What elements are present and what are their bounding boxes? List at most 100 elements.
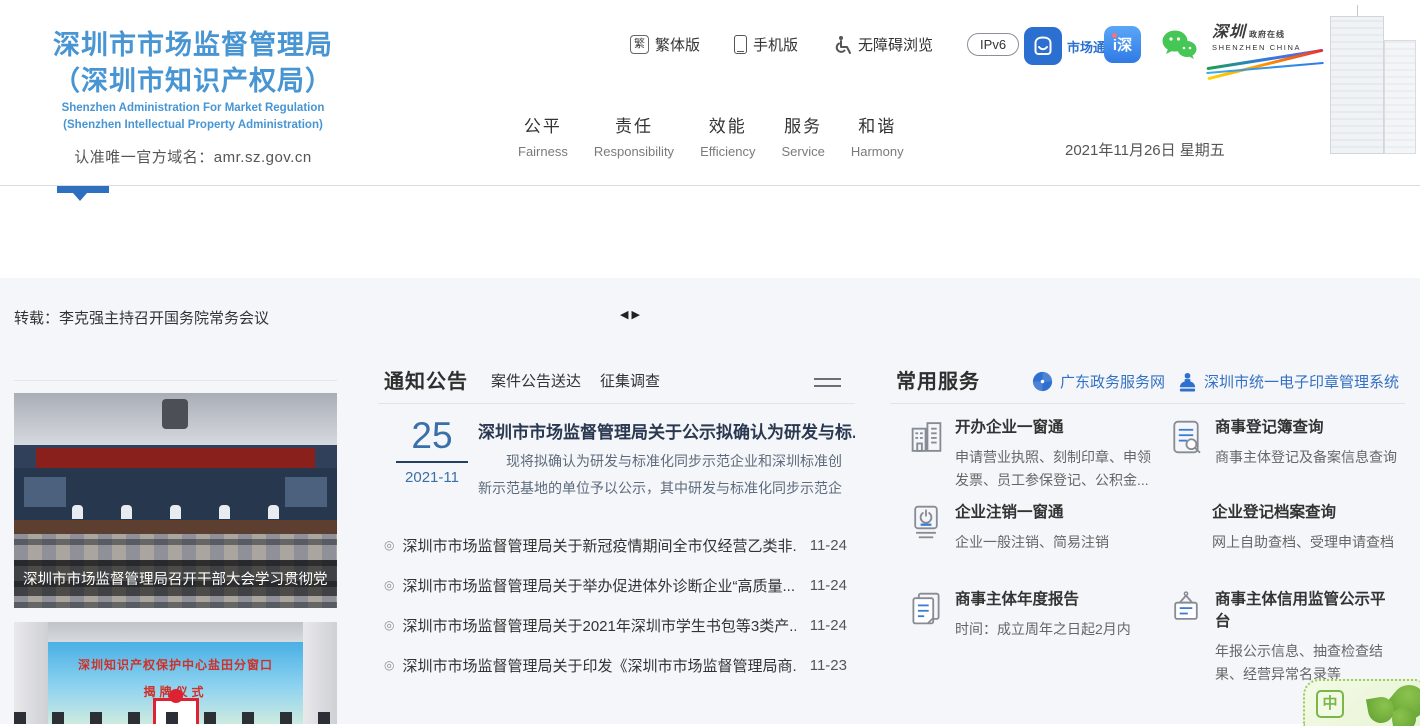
notices-more-icon[interactable] [814, 373, 841, 392]
notice-date: 11-24 [810, 577, 847, 594]
services-title: 常用服务 [896, 365, 980, 394]
carousel-top-divider [14, 380, 337, 381]
photo-projector [162, 399, 188, 429]
ipv6-badge[interactable]: IPv6 [967, 33, 1019, 56]
service-desc: 时间：成立周年之日起2月内 [955, 618, 1156, 641]
notice-date: 11-24 [810, 537, 847, 554]
wheelchair-icon [832, 35, 852, 55]
service-title: 开办企业一窗通 [955, 415, 1156, 437]
service-deregistration[interactable]: 企业注销一窗通 企业一般注销、简易注销 [908, 500, 1156, 554]
traditional-chinese-icon: 繁 [630, 35, 649, 54]
carousel-caption: 深圳市市场监督管理局召开干部大会学习贯彻党的十... [14, 560, 337, 596]
photo2-ceiling [14, 622, 337, 644]
market-app-link[interactable]: 市场通 [1024, 27, 1106, 65]
market-app-icon [1024, 27, 1062, 65]
document-search-icon [1168, 417, 1204, 462]
e-seal-system-link[interactable]: 深圳市统一电子印章管理系统 [1178, 371, 1399, 392]
service-desc: 企业一般注销、简易注销 [955, 531, 1156, 554]
bullet-icon: ◎ [384, 538, 394, 552]
service-archive-search[interactable]: 企业登记档案查询 网上自助查档、受理申请查档 [1168, 500, 1398, 554]
photo-speakers [14, 505, 337, 521]
main-navigation: 首页 政务公开 政务服务 政民互动 专题服务 政务机器人 [0, 185, 1420, 278]
notices-title: 通知公告 [384, 365, 468, 394]
e-seal-system-label: 深圳市统一电子印章管理系统 [1204, 371, 1399, 392]
notice-row-2[interactable]: ◎ 深圳市市场监督管理局关于举办促进体外诊断企业“高质量... 11-24 [378, 565, 855, 605]
traditional-chinese-label: 繁体版 [655, 34, 700, 55]
tab-surveys[interactable]: 征集调查 [600, 370, 660, 391]
bullet-icon: ◎ [384, 658, 394, 672]
service-registry-search[interactable]: 商事登记簿查询 商事主体登记及备案信息查询 [1168, 415, 1398, 469]
building-icon [908, 417, 945, 462]
logo-title-line2: （深圳市知识产权局） [26, 64, 360, 100]
pinwheel-icon [1032, 371, 1053, 392]
carousel-slide-2[interactable]: 深圳知识产权保护中心盐田分窗口 揭牌仪式 [14, 622, 337, 724]
service-credit-platform[interactable]: 商事主体信用监管公示平台 年报公示信息、抽查检查结果、经营异常名录等 [1168, 587, 1398, 686]
featured-month: 2021-11 [396, 469, 468, 486]
ticker-next-arrow[interactable]: ▶ [631, 309, 642, 321]
featured-notice[interactable]: 25 2021-11 深圳市市场监督管理局关于公示拟确认为研发与标... 现将拟… [378, 416, 855, 511]
featured-summary: 现将拟确认为研发与标准化同步示范企业和深圳标准创新示范基地的单位予以公示，其中研… [478, 448, 855, 504]
photo2-banner-line1: 深圳知识产权保护中心盐田分窗口 [48, 656, 303, 673]
value-service: 服务Service [781, 112, 824, 159]
bullet-icon: ◎ [384, 578, 394, 592]
service-title: 商事主体信用监管公示平台 [1215, 587, 1398, 631]
seal-icon [1178, 372, 1197, 392]
notice-row-3[interactable]: ◎ 深圳市市场监督管理局关于2021年深圳市学生书包等3类产... 11-24 [378, 605, 855, 645]
notice-title: 深圳市市场监督管理局关于印发《深圳市市场监督管理局商... [402, 655, 795, 676]
featured-date-divider [396, 461, 468, 463]
news-ticker[interactable]: 转载：李克强主持召开国务院常务会议 [14, 307, 269, 328]
signboard-icon [1168, 589, 1204, 634]
logo-english-line2: (Shenzhen Intellectual Property Administ… [26, 118, 360, 132]
photo-screen-left [24, 477, 66, 507]
power-icon [908, 502, 944, 547]
accessibility-link[interactable]: 无障碍浏览 [832, 34, 933, 55]
service-desc: 网上自助查档、受理申请查档 [1212, 531, 1398, 554]
ticker-arrows: ◀▶ [620, 308, 643, 321]
services-external-links: 广东政务服务网 深圳市统一电子印章管理系统 [1032, 371, 1399, 392]
site-logo[interactable]: 深圳市市场监督管理局 （深圳市知识产权局） Shenzhen Administr… [26, 28, 360, 167]
service-title: 商事主体年度报告 [955, 587, 1156, 609]
service-annual-report[interactable]: 商事主体年度报告 时间：成立周年之日起2月内 [908, 587, 1156, 641]
notice-title: 深圳市市场监督管理局关于新冠疫情期间全市仅经营乙类非... [402, 535, 795, 556]
value-harmony: 和谐Harmony [851, 112, 904, 159]
core-values: 公平Fairness 责任Responsibility 效能Efficiency… [518, 112, 904, 159]
i-shenzhen-app-icon[interactable]: i深 [1104, 26, 1141, 63]
featured-day: 25 [396, 416, 468, 457]
i-shenzhen-dot [1112, 33, 1117, 38]
featured-date-block: 25 2021-11 [396, 416, 468, 486]
service-open-business[interactable]: 开办企业一窗通 申请营业执照、刻制印章、申领发票、员工参保登记、公积金... [908, 415, 1156, 492]
photo2-pillar-left [14, 622, 48, 724]
mobile-version-link[interactable]: 手机版 [734, 34, 798, 55]
carousel-slide-1[interactable]: 深圳市市场监督管理局召开干部大会学习贯彻党的十... [14, 393, 337, 608]
logo-title-line1: 深圳市市场监督管理局 [26, 28, 360, 64]
mobile-version-label: 手机版 [753, 34, 798, 55]
ticker-prev-arrow[interactable]: ◀ [620, 309, 631, 321]
photo-rostrum [14, 520, 337, 534]
guangdong-gov-portal-label: 广东政务服务网 [1060, 371, 1165, 392]
market-app-label: 市场通 [1067, 37, 1106, 56]
services-panel: 常用服务 广东政务服务网 [890, 365, 1405, 404]
notice-date: 11-23 [810, 657, 847, 674]
current-date: 2021年11月26日 星期五 [1065, 139, 1225, 160]
tab-case-announcements[interactable]: 案件公告送达 [491, 370, 581, 391]
notice-row-4[interactable]: ◎ 深圳市市场监督管理局关于印发《深圳市市场监督管理局商... 11-23 [378, 645, 855, 685]
report-icon [908, 589, 944, 634]
featured-title[interactable]: 深圳市市场监督管理局关于公示拟确认为研发与标... [478, 418, 855, 443]
guangdong-gov-portal-link[interactable]: 广东政务服务网 [1032, 371, 1165, 392]
quick-links: 繁 繁体版 手机版 无障碍浏览 IPv6 [630, 33, 1019, 56]
notice-row-1[interactable]: ◎ 深圳市市场监督管理局关于新冠疫情期间全市仅经营乙类非... 11-24 [378, 525, 855, 565]
traditional-chinese-link[interactable]: 繁 繁体版 [630, 34, 700, 55]
photo-red-banner [36, 448, 315, 468]
notice-date: 11-24 [810, 617, 847, 634]
widget-zhong-badge: 中 [1316, 690, 1344, 718]
floating-widget[interactable]: 中 [1303, 679, 1420, 726]
active-tab-indicator [57, 186, 109, 193]
official-domain-note: 认准唯一官方域名：amr.sz.gov.cn [26, 146, 360, 167]
logo-english-line1: Shenzhen Administration For Market Regul… [26, 101, 360, 115]
notice-title: 深圳市市场监督管理局关于2021年深圳市学生书包等3类产... [402, 615, 795, 636]
service-title: 商事登记簿查询 [1215, 415, 1398, 437]
wechat-icon[interactable] [1161, 29, 1197, 65]
photo-screen-right [285, 477, 327, 507]
accessibility-label: 无障碍浏览 [858, 34, 933, 55]
value-fairness: 公平Fairness [518, 112, 568, 159]
